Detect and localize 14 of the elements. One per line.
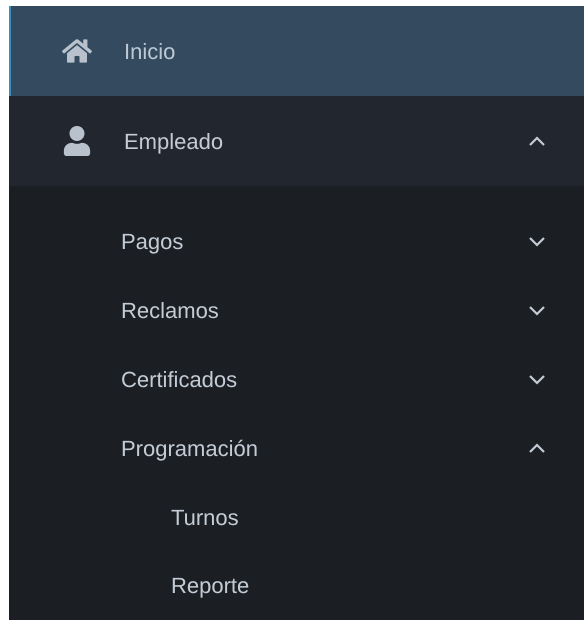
- chevron-down-icon: [528, 305, 546, 316]
- submenu-item[interactable]: Pagos: [9, 207, 584, 276]
- chevron-up-icon: [528, 443, 546, 454]
- user-icon: [62, 126, 92, 156]
- submenu-item[interactable]: Reporte: [9, 551, 584, 619]
- submenu-item[interactable]: Reclamos: [9, 276, 584, 345]
- submenu-item[interactable]: Turnos: [9, 483, 584, 551]
- menu-item[interactable]: Inicio: [9, 6, 584, 96]
- chevron-down-icon: [528, 374, 546, 385]
- chevron-up-icon: [528, 136, 546, 146]
- menu-item[interactable]: Empleado: [9, 96, 584, 186]
- submenu-item[interactable]: Programación: [9, 414, 584, 483]
- chevron-down-icon: [528, 236, 546, 247]
- submenu-item[interactable]: Certificados: [9, 345, 584, 414]
